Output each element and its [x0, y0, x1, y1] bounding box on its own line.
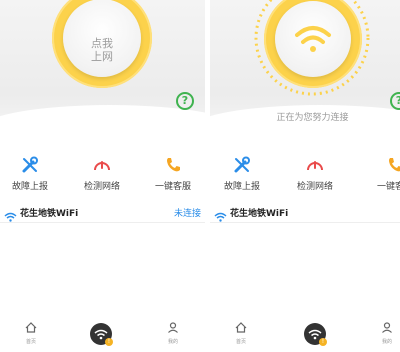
connect-button[interactable]: [275, 1, 351, 77]
nav-label: 首页: [235, 339, 246, 345]
wifi-icon: [214, 207, 227, 226]
speedometer-icon: [285, 155, 345, 175]
screen-right: 正在为您努力连接 ? 故障上报 检测网络: [210, 0, 400, 352]
bottom-nav: 首页 ! 我的: [0, 318, 205, 352]
nav-profile[interactable]: 我的: [380, 318, 394, 345]
tool-label: 检测网络: [296, 182, 333, 192]
wrench-icon: [0, 155, 60, 175]
tool-label: 检测网络: [83, 182, 120, 192]
nav-profile[interactable]: 我的: [166, 318, 180, 345]
wifi-row[interactable]: 花生地铁WiFi 未连接: [0, 203, 205, 223]
tool-row: 故障上报 检测网络 一键客服: [210, 155, 400, 195]
tool-check-network[interactable]: 检测网络: [72, 155, 132, 192]
phone-icon: [365, 155, 400, 175]
tool-label: 故障上报: [223, 182, 260, 192]
nav-home[interactable]: 首页: [24, 318, 38, 345]
wifi-icon: [4, 207, 17, 226]
connect-line2: 上网: [91, 50, 113, 63]
tool-label: 一键客服: [376, 182, 400, 192]
connecting-status: 正在为您努力连接: [276, 113, 349, 123]
wifi-name: 花生地铁WiFi: [230, 209, 289, 219]
nav-label: 首页: [25, 339, 36, 345]
tool-check-network[interactable]: 检测网络: [285, 155, 345, 192]
phone-icon: [143, 155, 203, 175]
tool-customer-service[interactable]: 一键客服: [365, 155, 400, 192]
nav-wifi-button[interactable]: !: [90, 323, 113, 346]
tool-fault-report[interactable]: 故障上报: [212, 155, 272, 192]
screen-left: 点我 上网 ? 故障上报 检测网络 一键客服 花生地铁WiFi 未连接 首页 !…: [0, 0, 205, 352]
nav-label: 我的: [167, 339, 178, 345]
home-icon: [25, 322, 37, 333]
nav-label: 我的: [381, 339, 392, 345]
wifi-connect-status[interactable]: 未连接: [174, 206, 201, 219]
bottom-nav: 首页 ! 我的: [210, 318, 400, 352]
tool-row: 故障上报 检测网络 一键客服: [0, 155, 205, 195]
wifi-name: 花生地铁WiFi: [20, 209, 79, 219]
home-icon: [235, 322, 247, 333]
connect-line1: 点我: [91, 37, 113, 50]
help-icon[interactable]: ?: [176, 92, 194, 110]
connect-button[interactable]: 点我 上网: [63, 0, 141, 77]
wifi-icon: [295, 26, 331, 52]
wifi-row[interactable]: 花生地铁WiFi 未连: [210, 203, 400, 223]
user-icon: [382, 322, 392, 333]
tool-fault-report[interactable]: 故障上报: [0, 155, 60, 192]
alert-badge: !: [319, 338, 327, 346]
tool-label: 一键客服: [154, 182, 191, 192]
tool-label: 故障上报: [11, 182, 48, 192]
alert-badge: !: [105, 338, 113, 346]
tool-customer-service[interactable]: 一键客服: [143, 155, 203, 192]
speedometer-icon: [72, 155, 132, 175]
nav-wifi-button[interactable]: !: [304, 323, 327, 346]
wrench-icon: [212, 155, 272, 175]
nav-home[interactable]: 首页: [234, 318, 248, 345]
user-icon: [168, 322, 178, 333]
